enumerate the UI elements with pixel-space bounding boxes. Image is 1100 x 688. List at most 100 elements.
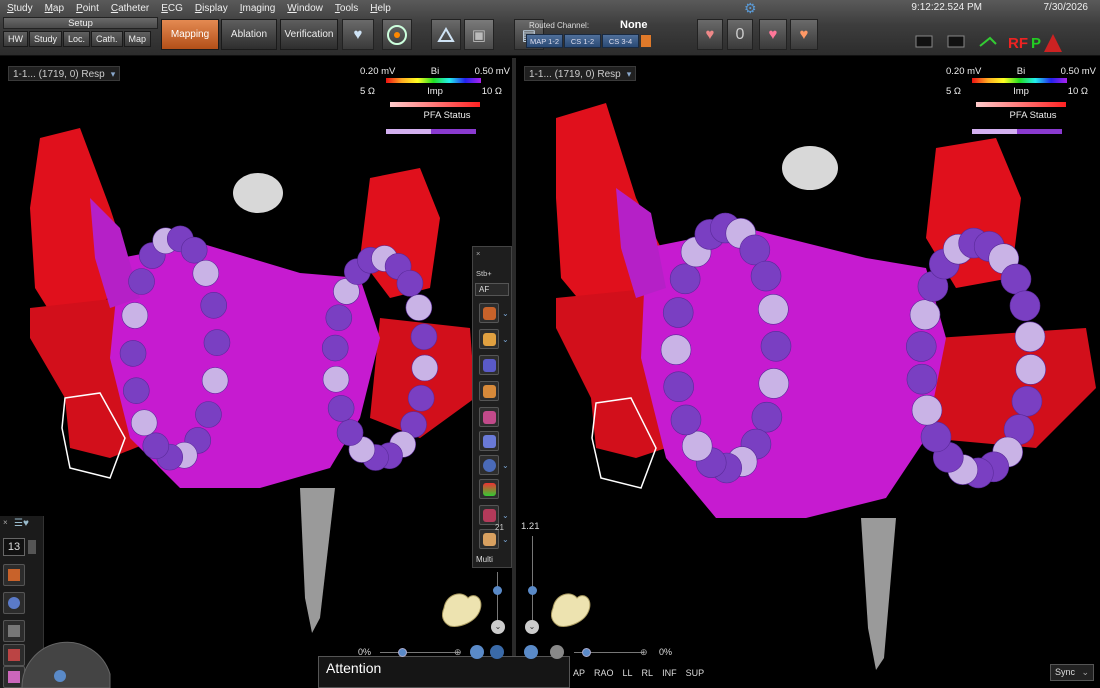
rotation-dial[interactable]	[20, 628, 112, 688]
toolbar-button-7[interactable]	[479, 455, 499, 475]
menu-study[interactable]: Study	[0, 0, 38, 15]
toolbar-button-3[interactable]	[479, 355, 499, 375]
toolbar-button-9[interactable]	[479, 505, 499, 525]
toolbar-button-4[interactable]	[479, 381, 499, 401]
magnet-button[interactable]	[3, 592, 25, 614]
left-zoom-knob[interactable]	[398, 648, 407, 657]
menu-tools[interactable]: Tools	[328, 0, 363, 15]
toolbar-button-2[interactable]	[479, 329, 499, 349]
tilt-button[interactable]	[431, 19, 461, 50]
ablation-button[interactable]: Ablation	[221, 19, 277, 50]
verification-button[interactable]: Verification	[280, 19, 338, 50]
view-ll-button[interactable]: LL	[623, 668, 633, 678]
view-ap-button[interactable]: AP	[573, 668, 585, 678]
right-view-mode-button[interactable]	[524, 645, 538, 659]
right-view-label[interactable]: 1-1... (1719, 0) Resp ▾	[524, 66, 637, 81]
gear-button[interactable]: ⚙	[744, 0, 764, 16]
view-rao-button[interactable]: RAO	[594, 668, 614, 678]
left-tools-stepper[interactable]	[28, 540, 36, 554]
setup-loc-button[interactable]: Loc.	[63, 31, 91, 47]
left-view-rotate-button[interactable]	[490, 645, 504, 659]
chevron-down-icon[interactable]: ⌄	[502, 461, 509, 470]
lesion-marker	[906, 363, 938, 395]
chevron-down-icon[interactable]: ⌄	[502, 309, 509, 318]
setup-buttons: HW Study Loc. Cath. Map	[3, 31, 158, 47]
heart-alt-button[interactable]: ♥	[790, 19, 818, 50]
toolbar-button-1[interactable]	[479, 303, 499, 323]
left-view-mode-button[interactable]	[470, 645, 484, 659]
lesion-marker	[130, 409, 158, 437]
menu-window[interactable]: Window	[280, 0, 328, 15]
left-view-label[interactable]: 1-1... (1719, 0) Resp ▾	[8, 66, 121, 81]
setup-hw-button[interactable]: HW	[3, 31, 28, 47]
close-icon[interactable]: ×	[3, 518, 8, 527]
view-sup-button[interactable]: SUP	[686, 668, 705, 678]
left-tools-value[interactable]: 13	[3, 538, 25, 556]
channel-cs12[interactable]: CS 1-2	[564, 34, 601, 48]
date: 7/30/2026	[1043, 2, 1089, 13]
grid-button[interactable]	[3, 564, 25, 586]
menu-help[interactable]: Help	[363, 0, 396, 15]
channel-cs34[interactable]: CS 3-4	[602, 34, 639, 48]
lesion-marker	[760, 331, 792, 362]
lesion-marker	[1011, 385, 1043, 417]
lesion-marker	[180, 236, 208, 264]
menu-catheter[interactable]: Catheter	[104, 0, 154, 15]
right-zoom-plus-icon[interactable]: ⊕	[640, 647, 648, 658]
right-vertical-slider[interactable]	[528, 536, 538, 626]
chevron-down-icon[interactable]: ⌄	[502, 511, 509, 520]
rotation-knob[interactable]	[54, 670, 66, 682]
catheter-button[interactable]	[382, 19, 412, 50]
lesion-marker	[1000, 263, 1032, 295]
counter-button[interactable]: 0	[727, 19, 753, 50]
channel-map12[interactable]: MAP 1-2	[526, 34, 563, 48]
left-slider-down-button[interactable]: ⌄	[491, 620, 505, 634]
toolbar-button-8[interactable]	[479, 479, 499, 499]
right-view-reset-button[interactable]	[550, 645, 564, 659]
channel-extra-button[interactable]	[640, 34, 652, 48]
right-3d-view[interactable]: 1-1... (1719, 0) Resp ▾ 0.20 mV Bi 0.50 m…	[516, 58, 1100, 688]
attention-panel[interactable]: Attention	[318, 656, 570, 688]
setup-study-button[interactable]: Study	[29, 31, 63, 47]
toolbar-dropdown[interactable]: AF	[475, 283, 509, 296]
left-zoom-plus-icon[interactable]: ⊕	[454, 647, 462, 658]
menu-map[interactable]: Map	[38, 0, 69, 15]
view-rl-button[interactable]: RL	[642, 668, 654, 678]
lesion-marker	[681, 430, 713, 462]
setup-cath-button[interactable]: Cath.	[91, 31, 123, 47]
menu-ecg[interactable]: ECG	[154, 0, 188, 15]
right-slider-down-button[interactable]: ⌄	[525, 620, 539, 634]
left-zoom-track[interactable]	[380, 652, 460, 653]
right-slider-knob[interactable]	[528, 586, 537, 595]
filter-icon[interactable]: ☰♥	[14, 518, 29, 529]
status-icons: RF P	[915, 34, 1062, 52]
lesion-marker	[920, 421, 952, 453]
counter-value: 0	[735, 25, 745, 43]
routed-channel-label: Routed Channel:	[529, 21, 590, 30]
right-imp-colorbar	[976, 102, 1066, 107]
menu-imaging[interactable]: Imaging	[233, 0, 281, 15]
menu-point[interactable]: Point	[69, 0, 104, 15]
menu-display[interactable]: Display	[188, 0, 233, 15]
chevron-down-icon: ⌄	[1081, 667, 1089, 677]
toolbar-button-5[interactable]	[479, 407, 499, 427]
setup-map-button[interactable]: Map	[123, 31, 152, 47]
left-imp-colorbar	[390, 102, 480, 107]
map-tool-icon	[482, 332, 496, 346]
close-icon[interactable]: ×	[476, 249, 480, 258]
heart-button[interactable]: ♥	[342, 19, 374, 50]
left-heart-model-icon[interactable]	[436, 588, 486, 632]
right-zoom-knob[interactable]	[582, 648, 591, 657]
camera-button[interactable]: ▣	[464, 19, 494, 50]
mapping-button[interactable]: Mapping	[161, 19, 219, 50]
left-slider-knob[interactable]	[493, 586, 502, 595]
right-heart-model-icon[interactable]	[545, 588, 595, 632]
heart-pair-button[interactable]: ♥	[697, 19, 723, 50]
sync-dropdown[interactable]: Sync ⌄	[1050, 664, 1094, 681]
view-inf-button[interactable]: INF	[662, 668, 677, 678]
heart-transfer-button[interactable]: ♥	[759, 19, 787, 50]
chevron-down-icon[interactable]: ⌄	[502, 535, 509, 544]
toolbar-button-10[interactable]	[479, 529, 499, 549]
toolbar-button-6[interactable]	[479, 431, 499, 451]
chevron-down-icon[interactable]: ⌄	[502, 335, 509, 344]
